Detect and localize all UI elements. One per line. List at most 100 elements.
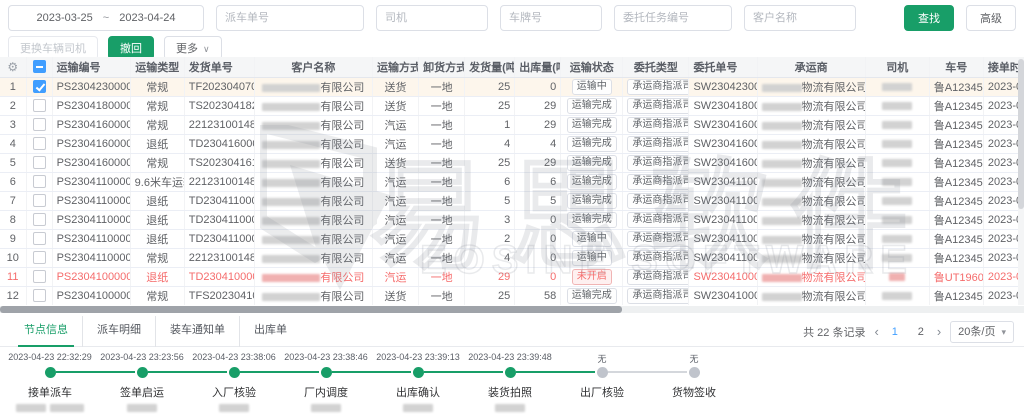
cell-driver [865,115,929,134]
search-button[interactable]: 查找 [904,5,954,31]
timeline-step: 2023-04-23 23:39:13出库确认 [372,352,464,413]
cell-customer-name: 有限公司 [254,286,372,305]
driver-input[interactable] [376,5,488,31]
cell-unload-mode: 一地 [419,96,465,115]
column-header: 客户名称 [254,57,372,77]
redacted-text [882,159,912,167]
cell-transport-status: 运输完成 [561,115,623,134]
status-badge: 运输中 [572,231,612,247]
chevron-down-icon: ∨ [203,44,210,54]
cell-ship-qty: 25 [465,96,515,115]
row-checkbox[interactable] [33,118,46,131]
plate-no-input[interactable] [500,5,602,31]
gear-icon[interactable]: ⚙ [7,60,18,74]
cell-carrier: 物流有限公司 [757,286,865,305]
cell-ship-qty: 2 [465,229,515,248]
advanced-button[interactable]: 高级 [966,5,1016,31]
table-row[interactable]: 12PS230410000004常规TFS202304102203有限公司送货一… [0,286,1024,305]
cell-driver [865,286,929,305]
cell-unload-mode: 一地 [419,153,465,172]
timeline-step-time: 无 [556,352,648,364]
cell-transport-status: 运输完成 [561,172,623,191]
timeline-step-dot-icon [137,367,148,378]
table-row[interactable]: 5PS230416000004常规TS202304161109有限公司送货一地2… [0,153,1024,172]
table-row[interactable]: 10PS230411000001常规22123100148677有限公司汽运一地… [0,248,1024,267]
row-checkbox[interactable] [33,175,46,188]
cell-ship-no: TD230410000009 [184,267,254,286]
table-row[interactable]: 4PS230416000006退纸TD230416000002有限公司汽运一地4… [0,134,1024,153]
select-all-checkbox[interactable] [33,60,46,73]
cell-ship-qty: 3 [465,210,515,229]
row-checkbox[interactable] [33,289,46,302]
entrust-type-badge: 承运商指派司机 [627,250,689,266]
cell-transport-type: 退纸 [130,210,184,229]
table-row[interactable]: 11PS230410000006退纸TD230410000009有限公司汽运一地… [0,267,1024,286]
cell-carrier: 物流有限公司 [757,191,865,210]
row-checkbox[interactable] [33,137,46,150]
table-row[interactable]: 8PS230411000003退纸TD230411000008有限公司汽运一地3… [0,210,1024,229]
table-row[interactable]: 3PS230416000007常规22123100148673有限公司汽运一地1… [0,115,1024,134]
tab-节点信息[interactable]: 节点信息 [10,316,83,347]
redacted-text [762,103,802,111]
cell-transport-no: PS230423000002 [52,77,130,96]
redacted-text [882,178,912,186]
page-size-select[interactable]: 20条/页 ▾ [950,321,1014,343]
page-size-value: 20条/页 [958,322,995,342]
row-checkbox[interactable] [33,251,46,264]
entrust-task-no-input[interactable] [614,5,732,31]
tab-出库单[interactable]: 出库单 [240,316,301,347]
table-row[interactable]: 6PS2304110000059.6米车运输22123100148676有限公司… [0,172,1024,191]
customer-name-input[interactable] [744,5,856,31]
row-checkbox[interactable] [33,270,46,283]
timeline-step-time: 2023-04-23 23:39:48 [464,352,556,364]
cell-transport-type: 常规 [130,115,184,134]
cell-unload-mode: 一地 [419,210,465,229]
cell-transport-status: 运输完成 [561,191,623,210]
timeline-step-dot-icon [597,367,608,378]
cell-entrust-type: 承运商指派司机 [623,96,689,115]
column-header: 运输编号 [52,57,130,77]
vertical-scrollbar[interactable] [1018,57,1024,305]
cell-entrust-type: 承运商指派司机 [623,248,689,267]
prev-page-icon[interactable]: ‹ [874,324,878,339]
cell-select [26,267,52,286]
cell-entrust-type: 承运商指派司机 [623,134,689,153]
more-label: 更多 [176,43,198,55]
redacted-text [127,404,157,412]
vertical-scrollbar-thumb[interactable] [1018,59,1024,209]
horizontal-scrollbar[interactable] [0,306,1024,313]
date-range-picker[interactable]: 2023-03-25 ~ 2023-04-24 [8,5,204,31]
cell-out-qty: 6 [515,172,561,191]
status-badge: 运输完成 [567,288,617,304]
cell-transport-no: PS230410000006 [52,267,130,286]
cell-transport-status: 运输完成 [561,210,623,229]
table-row[interactable]: 1PS230423000002常规TF20230407001有限公司送货一地25… [0,77,1024,96]
cell-select [26,77,52,96]
cell-out-qty: 0 [515,248,561,267]
next-page-icon[interactable]: › [937,324,941,339]
horizontal-scrollbar-thumb[interactable] [0,306,622,313]
cell-plate-no: 鲁UT1960 [929,267,983,286]
redacted-text [262,274,320,282]
cell-ship-no: TFS202304102203 [184,286,254,305]
row-checkbox[interactable] [33,156,46,169]
row-checkbox[interactable] [33,194,46,207]
tab-派车明细[interactable]: 派车明细 [83,316,156,347]
table-row[interactable]: 2PS230418000001常规TS202304182114有限公司送货一地2… [0,96,1024,115]
table-row[interactable]: 9PS230411000002退纸TD230411000007有限公司汽运一地2… [0,229,1024,248]
row-checkbox[interactable] [33,232,46,245]
cell-customer-name: 有限公司 [254,210,372,229]
cell-plate-no: 鲁A12345 [929,229,983,248]
row-checkbox[interactable] [33,80,46,93]
tab-装车通知单[interactable]: 装车通知单 [156,316,240,347]
table-row[interactable]: 7PS230411000004退纸TD230411000009有限公司汽运一地5… [0,191,1024,210]
row-checkbox[interactable] [33,99,46,112]
cell-ship-qty: 4 [465,134,515,153]
page-number[interactable]: 2 [914,326,928,338]
cell-ship-no: TF20230407001 [184,77,254,96]
redacted-text [262,84,320,92]
cell-transport-no: PS230418000001 [52,96,130,115]
page-number[interactable]: 1 [888,326,902,338]
dispatch-no-input[interactable] [216,5,364,31]
row-checkbox[interactable] [33,213,46,226]
